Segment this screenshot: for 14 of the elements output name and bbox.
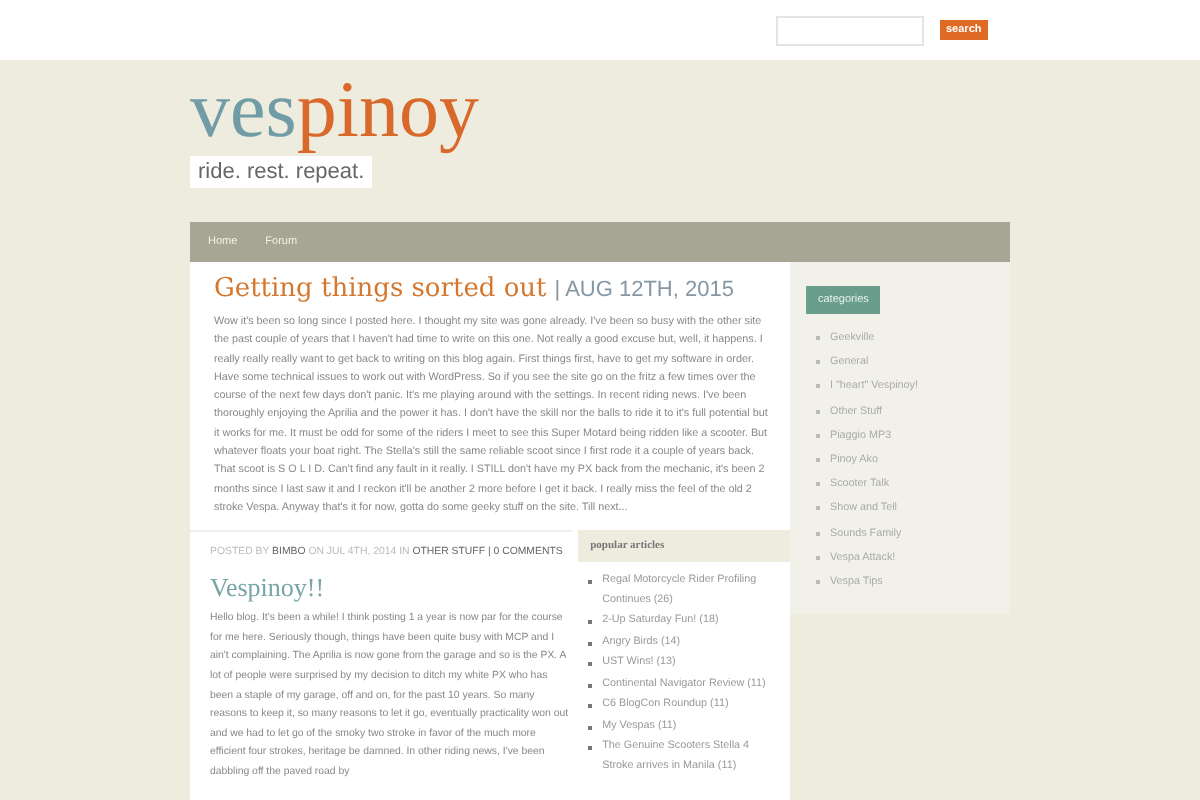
bullet-icon — [588, 580, 593, 585]
post-date: | AUG 12TH, 2015 — [554, 278, 734, 302]
site-logo[interactable]: vespinoy — [190, 70, 479, 150]
bullet-icon — [588, 746, 593, 751]
bullet-icon — [588, 704, 593, 709]
bullet-icon — [588, 641, 593, 646]
tagline: ride. rest. repeat. — [190, 156, 373, 188]
bullet-icon — [588, 620, 593, 625]
search-field[interactable] — [776, 15, 924, 45]
bullet-icon — [588, 683, 593, 688]
post-title[interactable]: Getting things sorted out — [214, 274, 547, 304]
bullet-icon — [588, 662, 593, 667]
post-title[interactable]: Vespinoy!! — [210, 572, 573, 605]
bullet-icon — [588, 725, 593, 730]
